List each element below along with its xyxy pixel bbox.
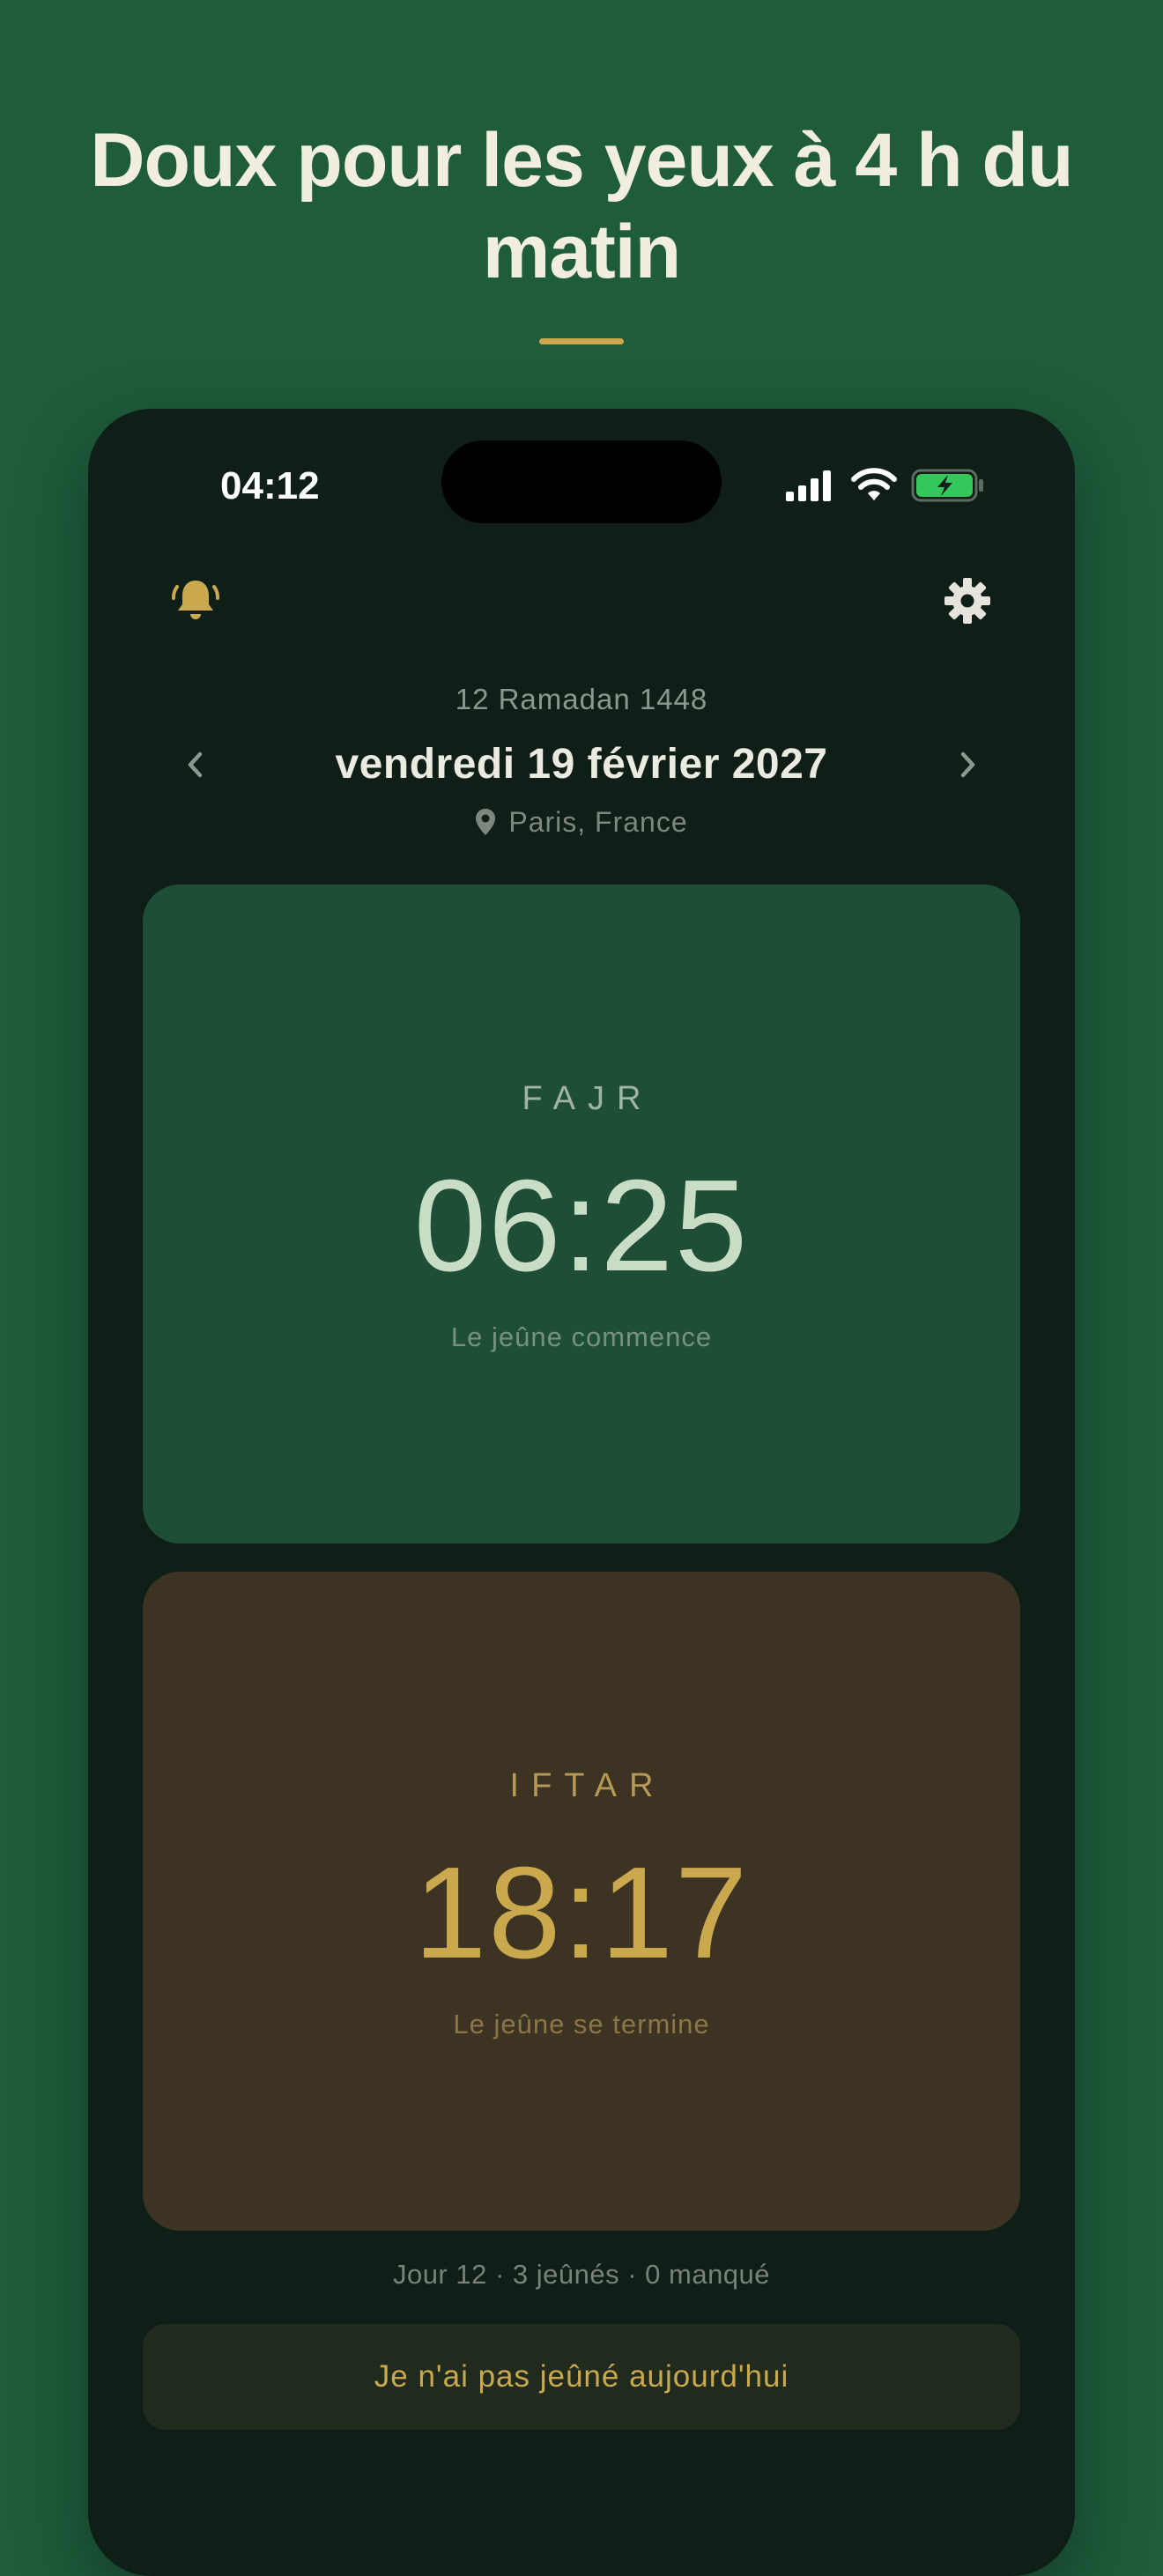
chevron-left-icon: [188, 751, 203, 778]
cellular-signal-icon: [786, 470, 831, 501]
iftar-time: 18:17: [413, 1840, 750, 1986]
iftar-card: IFTAR 18:17 Le jeûne se termine: [143, 1572, 1020, 2231]
next-day-button[interactable]: [939, 737, 996, 793]
bell-icon: [172, 581, 219, 619]
notifications-button[interactable]: [162, 567, 229, 634]
fajr-subtitle: Le jeûne commence: [450, 1321, 713, 1352]
battery-charging-icon: [911, 469, 983, 502]
hijri-date: 12 Ramadan 1448: [455, 683, 708, 715]
gear-icon: [944, 578, 990, 624]
settings-button[interactable]: [934, 567, 1001, 634]
location[interactable]: Paris, France: [405, 802, 758, 842]
fajr-label: FAJR: [522, 1080, 654, 1117]
chevron-right-icon: [960, 751, 975, 778]
phone-frame: 04:12 12 Ramadan 1448 vendredi 19 févrie…: [88, 409, 1075, 2576]
fajr-card: FAJR 06:25 Le jeûne commence: [143, 885, 1020, 1543]
headline-divider: [539, 338, 624, 344]
location-pin-icon: [476, 809, 496, 835]
page-headline: Doux pour les yeux à 4 h du matin: [90, 118, 1073, 294]
current-date: vendredi 19 février 2027: [335, 741, 828, 788]
date-navigator: vendredi 19 février 2027: [141, 729, 1022, 800]
wifi-icon: [851, 468, 897, 500]
location-label: Paris, France: [508, 805, 688, 838]
fasting-stats: Jour 12 · 3 jeûnés · 0 manqué: [392, 2259, 771, 2290]
status-icons: [784, 463, 996, 507]
previous-day-button[interactable]: [167, 737, 224, 793]
did-not-fast-button[interactable]: Je n'ai pas jeûné aujourd'hui: [143, 2324, 1020, 2430]
fajr-time: 06:25: [413, 1153, 750, 1299]
iftar-subtitle: Le jeûne se termine: [453, 2009, 710, 2039]
dynamic-island: [441, 440, 722, 523]
status-time: 04:12: [220, 464, 320, 507]
iftar-label: IFTAR: [509, 1767, 666, 1804]
